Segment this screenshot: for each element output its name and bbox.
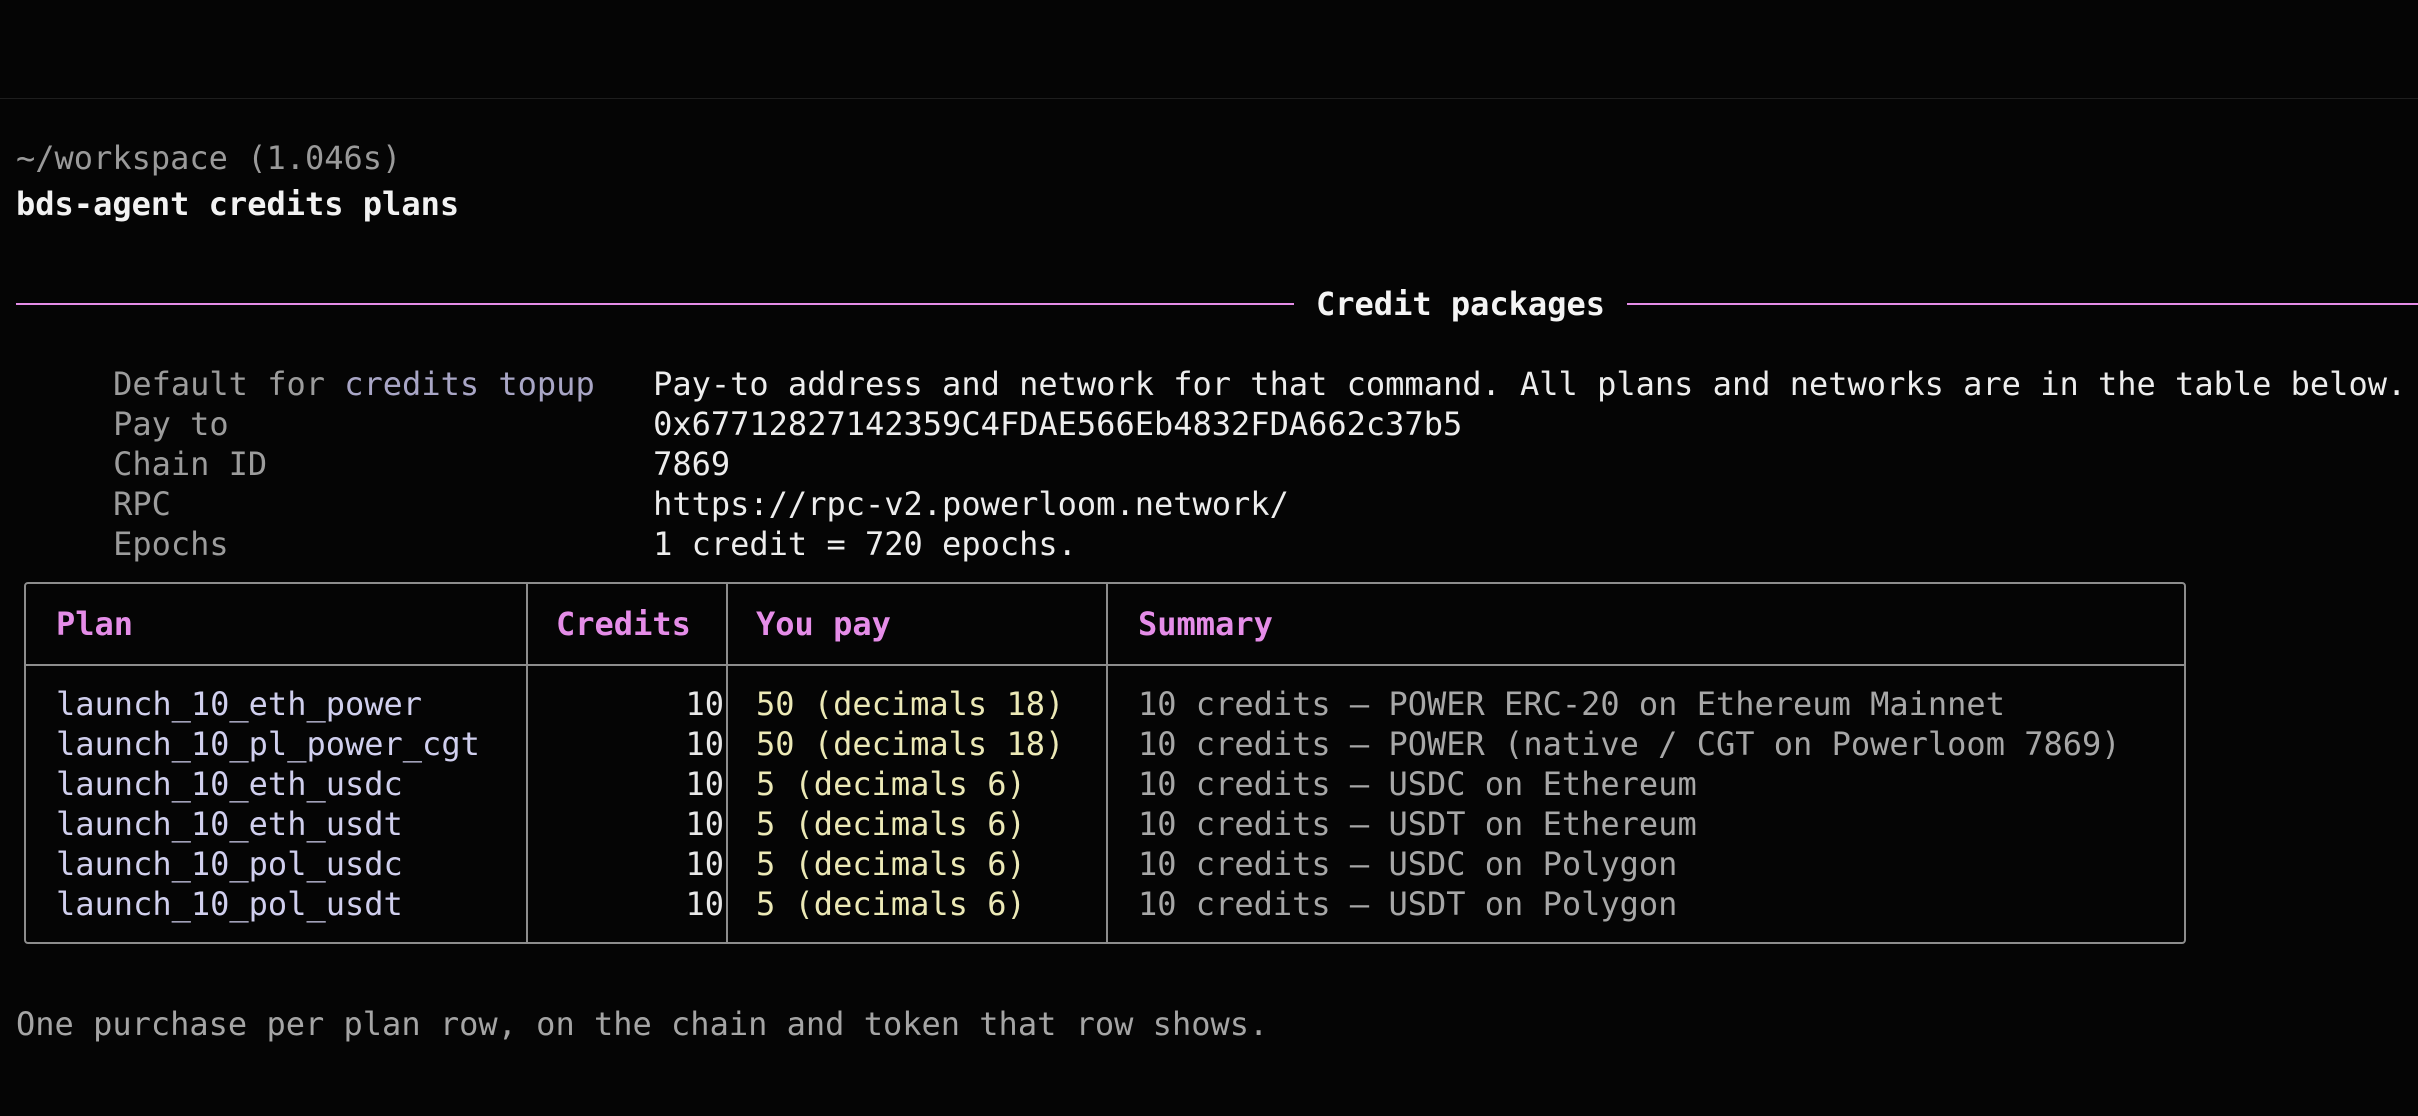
section-rule-line: [16, 303, 2418, 305]
table-row: launch_10_eth_usdc 10 5 (decimals 6) 10 …: [26, 764, 2184, 804]
you-pay-cell: 50 (decimals 18): [756, 685, 1065, 723]
summary-cell: 10 credits — USDT on Ethereum: [1138, 805, 1697, 843]
plan-cell: launch_10_pl_power_cgt: [56, 725, 480, 763]
plan-cell: launch_10_eth_power: [56, 685, 423, 723]
table-row: launch_10_pol_usdc 10 5 (decimals 6) 10 …: [26, 844, 2184, 884]
plan-cell: launch_10_eth_usdt: [56, 805, 403, 843]
summary-cell: 10 credits — POWER (native / CGT on Powe…: [1138, 725, 2121, 763]
summary-cell: 10 credits — USDC on Ethereum: [1138, 765, 1697, 803]
table-row: launch_10_pl_power_cgt 10 50 (decimals 1…: [26, 724, 2184, 764]
command-line: bds-agent credits plans: [16, 185, 460, 223]
summary-cell: 10 credits — USDT on Polygon: [1138, 885, 1678, 923]
info-key: Epochs: [113, 524, 653, 564]
you-pay-cell: 5 (decimals 6): [756, 845, 1026, 883]
credits-cell: 10: [685, 765, 724, 803]
credits-cell: 10: [685, 805, 724, 843]
you-pay-cell: 5 (decimals 6): [756, 885, 1026, 923]
credits-cell: 10: [685, 845, 724, 883]
plan-cell: launch_10_pol_usdc: [56, 845, 403, 883]
table-row: launch_10_eth_usdt 10 5 (decimals 6) 10 …: [26, 804, 2184, 844]
terminal-title-bar: [0, 0, 2418, 99]
table-body: launch_10_eth_power 10 50 (decimals 18) …: [26, 684, 2184, 924]
column-header-credits: Credits: [556, 605, 691, 643]
credits-cell: 10: [685, 685, 724, 723]
credits-cell: 10: [685, 885, 724, 923]
header-divider: [26, 664, 2184, 666]
section-title: Credit packages: [1294, 284, 1627, 324]
summary-cell: 10 credits — POWER ERC-20 on Ethereum Ma…: [1138, 685, 2005, 723]
you-pay-cell: 5 (decimals 6): [756, 805, 1026, 843]
column-header-summary: Summary: [1138, 605, 1273, 643]
table-row: launch_10_pol_usdt 10 5 (decimals 6) 10 …: [26, 884, 2184, 924]
plans-table: Plan Credits You pay Summary launch_10_e…: [24, 582, 2186, 944]
you-pay-cell: 5 (decimals 6): [756, 765, 1026, 803]
credits-cell: 10: [685, 725, 724, 763]
plan-cell: launch_10_eth_usdc: [56, 765, 403, 803]
info-value: 1 credit = 720 epochs.: [653, 525, 1077, 563]
summary-cell: 10 credits — USDC on Polygon: [1138, 845, 1678, 883]
column-header-plan: Plan: [56, 605, 134, 643]
info-key-prefix: Epochs: [113, 525, 229, 563]
table-row: launch_10_eth_power 10 50 (decimals 18) …: [26, 684, 2184, 724]
footer-note: One purchase per plan row, on the chain …: [16, 1005, 1269, 1043]
column-header-you-pay: You pay: [756, 605, 891, 643]
section-rule: Credit packages: [16, 284, 2418, 324]
plan-cell: launch_10_pol_usdt: [56, 885, 403, 923]
info-value: 0x67712827142359C4FDAE566Eb4832FDA662c37…: [653, 405, 1463, 443]
you-pay-cell: 50 (decimals 18): [756, 725, 1065, 763]
working-directory-line: ~/workspace (1.046s): [16, 139, 402, 177]
